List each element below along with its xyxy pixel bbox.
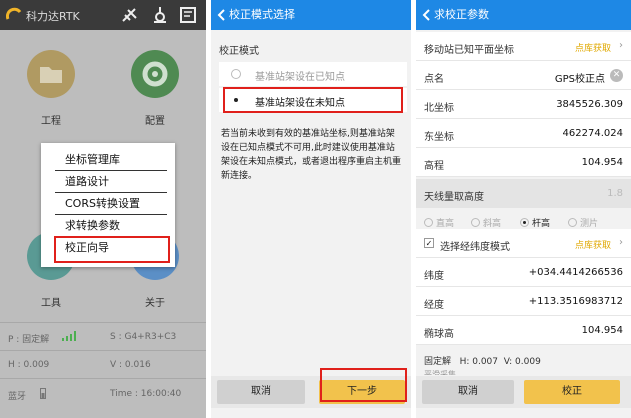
antenna-icon[interactable] (150, 6, 170, 24)
ellipsoid-height-row[interactable]: 椭球高 104.954 (416, 316, 631, 345)
east-coord-row[interactable]: 东坐标 462274.024 (416, 119, 631, 148)
section-title: 校正模式 (219, 46, 259, 57)
back-chevron-icon[interactable] (422, 9, 431, 21)
latitude-input[interactable]: +034.4414266536 (529, 267, 623, 278)
bottom-action-bar: 取消 校正 (416, 376, 631, 408)
antenna-height-row: 天线量取高度 1.8 (416, 179, 631, 208)
brand-name: 科力达RTK (26, 10, 80, 23)
page-title: 求校正参数 (434, 8, 489, 21)
back-chevron-icon[interactable] (217, 9, 226, 21)
longitude-input[interactable]: +113.3516983712 (529, 296, 623, 307)
row-label: 北坐标 (424, 103, 454, 114)
screen-header: 求校正参数 (416, 0, 631, 30)
screen-header: 校正模式选择 (211, 0, 411, 30)
menu-item-transform-params[interactable]: 求转换参数 (55, 215, 167, 237)
chevron-right-icon: › (619, 40, 623, 51)
app-top-bar: 科力达RTK (0, 0, 206, 30)
antenna-height-input[interactable]: 1.8 (607, 188, 623, 199)
grid-label-config: 配置 (145, 116, 165, 127)
option-measure-piece[interactable]: 测片 (568, 216, 598, 229)
option-label: 基准站架设在已知点 (255, 72, 345, 83)
cancel-button[interactable]: 取消 (422, 380, 514, 404)
bluetooth-label: 蓝牙 (8, 392, 27, 402)
grid-label-project: 工程 (41, 116, 61, 127)
mode-hint-text: 若当前未收到有效的基准站坐标,则基准站架设在已知点模式不可用,此时建议使用基准站… (221, 129, 402, 181)
highlight-box (223, 87, 403, 113)
calibration-params-screen: 求校正参数 移动站已知平面坐标 点库获取 › 点名 GPS校正点 ✕ 北坐标 3… (416, 0, 631, 418)
radio-button[interactable] (231, 69, 241, 79)
option-vertical-height[interactable]: 直高 (424, 216, 454, 229)
menu-item-coordinate-library[interactable]: 坐标管理库 (55, 149, 167, 171)
grid-label-tools: 工具 (41, 298, 61, 309)
plane-coord-header: 移动站已知平面坐标 点库获取 › (416, 32, 631, 61)
east-input[interactable]: 462274.024 (563, 128, 623, 139)
gear-icon[interactable] (131, 50, 179, 98)
row-label: 经度 (424, 300, 444, 311)
v-precision: V : 0.016 (110, 360, 151, 370)
latitude-row[interactable]: 纬度 +034.4414266536 (416, 258, 631, 287)
signal-icon (62, 331, 76, 341)
highlight-box (54, 236, 170, 263)
fix-status: P : 固定解 (8, 335, 50, 345)
row-label: 椭球高 (424, 329, 454, 340)
calibrate-button[interactable]: 校正 (524, 380, 620, 404)
screenshot-composite: 科力达RTK 工程 配置 工具 关于 P : 固定解 S: G4+R3+C3 … (0, 0, 631, 418)
elevation-row[interactable]: 高程 104.954 (416, 148, 631, 177)
point-library-link[interactable]: 点库获取 (575, 238, 611, 251)
row-label: 移动站已知平面坐标 (424, 45, 514, 56)
divider (0, 350, 206, 351)
north-input[interactable]: 3845526.309 (556, 99, 623, 110)
cancel-button[interactable]: 取消 (217, 380, 305, 404)
battery-icon (40, 388, 46, 399)
document-icon[interactable] (178, 6, 198, 24)
calibration-mode-screen: 校正模式选择 校正模式 基准站架设在已知点 基准站架设在未知点 若当前未收到有效… (211, 0, 411, 418)
folder-icon[interactable] (27, 50, 75, 98)
menu-item-road-design[interactable]: 道路设计 (55, 171, 167, 193)
highlight-box (320, 368, 407, 402)
satellite-count: S : G4+R3+C3 (110, 332, 177, 342)
divider (0, 378, 206, 379)
clock-time: Time : 16:00:40 (110, 389, 182, 399)
row-label: 高程 (424, 161, 444, 172)
option-slant-height[interactable]: 斜高 (471, 216, 501, 229)
row-label: 点名 (424, 74, 444, 85)
elevation-input[interactable]: 104.954 (582, 157, 623, 168)
brand-logo-icon (6, 7, 22, 20)
row-label: 天线量取高度 (424, 192, 484, 203)
point-library-link[interactable]: 点库获取 (575, 41, 611, 54)
smooth-collect-label: 平滑采集 (424, 370, 456, 375)
north-coord-row[interactable]: 北坐标 3845526.309 (416, 90, 631, 119)
satellite-icon[interactable] (120, 6, 140, 24)
page-title: 校正模式选择 (229, 8, 295, 21)
menu-item-cors-settings[interactable]: CORS转换设置 (55, 193, 167, 215)
home-screen: 科力达RTK 工程 配置 工具 关于 P : 固定解 S: G4+R3+C3 … (0, 0, 206, 418)
row-label: 纬度 (424, 271, 444, 282)
longitude-row[interactable]: 经度 +113.3516983712 (416, 287, 631, 316)
option-pole-height[interactable]: 杆高 (520, 216, 550, 229)
point-name-row[interactable]: 点名 GPS校正点 ✕ (416, 61, 631, 90)
grid-label-about: 关于 (145, 298, 165, 309)
checkbox-checked[interactable]: ✓ (424, 238, 434, 248)
ellipsoid-height-input[interactable]: 104.954 (582, 325, 623, 336)
h-precision: H : 0.009 (8, 360, 50, 370)
clear-icon[interactable]: ✕ (610, 69, 623, 82)
row-label: 选择经纬度模式 (440, 242, 510, 253)
point-name-input[interactable]: GPS校正点 (555, 70, 605, 85)
lla-mode-row[interactable]: ✓ 选择经纬度模式 点库获取 › (416, 229, 631, 258)
row-label: 东坐标 (424, 132, 454, 143)
chevron-right-icon: › (619, 237, 623, 248)
solution-status: 固定解 H: 0.007 V: 0.009 (424, 357, 541, 367)
option-known-point[interactable]: 基准站架设在已知点 (219, 62, 407, 86)
divider (0, 322, 206, 323)
